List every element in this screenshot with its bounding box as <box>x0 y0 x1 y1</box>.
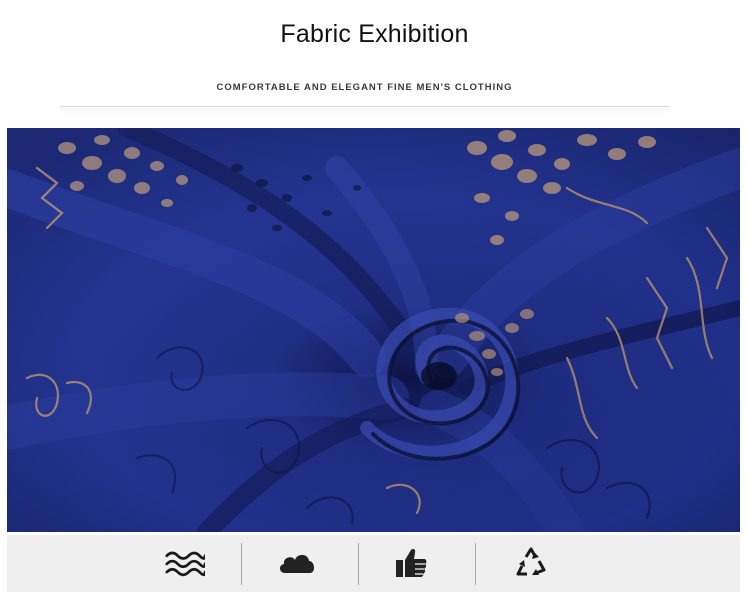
feature-icon-bar <box>7 535 740 592</box>
page-subtitle: COMFORTABLE AND ELEGANT FINE MEN'S CLOTH… <box>216 82 513 93</box>
waves-icon <box>165 545 205 581</box>
header-divider <box>60 106 669 107</box>
product-detail-page: Fabric Exhibition COMFORTABLE AND ELEGAN… <box>0 0 749 592</box>
feature-separator <box>241 543 242 585</box>
cloud-icon <box>277 545 317 581</box>
recycle-icon <box>511 545 551 581</box>
thumbs-up-icon <box>391 545 431 581</box>
feature-separator <box>475 543 476 585</box>
page-title: Fabric Exhibition <box>280 20 469 48</box>
fabric-photo <box>7 128 740 532</box>
feature-separator <box>358 543 359 585</box>
